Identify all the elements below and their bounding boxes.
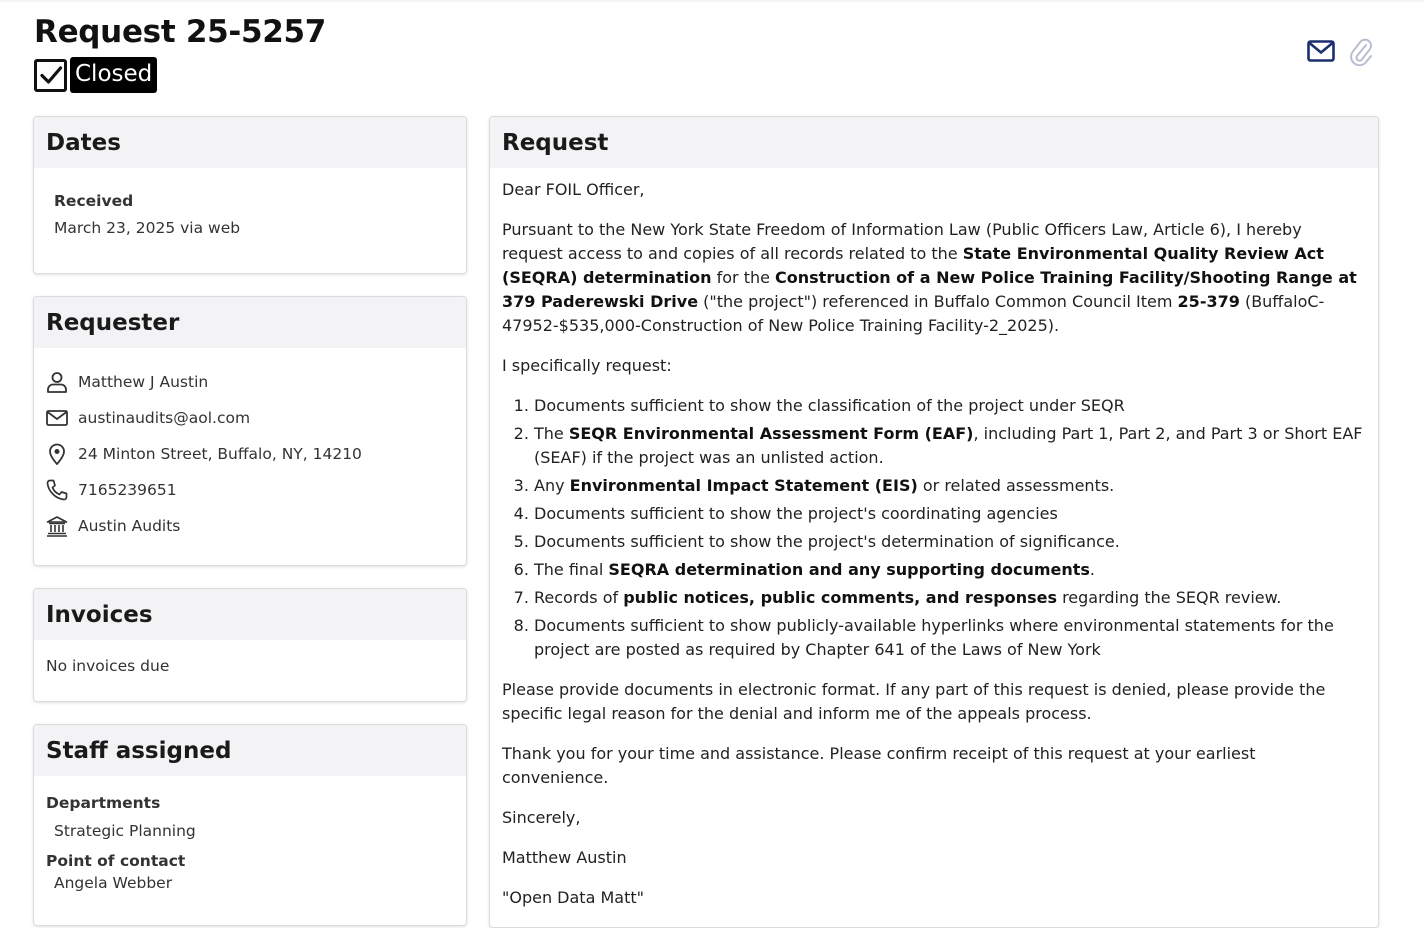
invoices-heading: Invoices [34,589,466,640]
bold-text: Environmental Impact Statement (EIS) [569,476,918,495]
envelope-icon[interactable] [1306,36,1336,66]
invoices-card: Invoices No invoices due [33,588,467,702]
request-thanks-paragraph: Thank you for your time and assistance. … [502,744,1256,787]
text-span: The final [534,560,609,579]
list-item: Documents sufficient to show publicly-av… [534,614,1366,662]
paperclip-icon[interactable] [1346,36,1376,66]
council-item-text: 25-379 [1177,292,1240,311]
list-item: The SEQR Environmental Assessment Form (… [534,422,1366,470]
list-item: Documents sufficient to show the classif… [534,394,1366,418]
request-closing: Sincerely, [502,808,581,827]
envelope-icon [46,410,68,426]
text-span: or related assessments. [917,476,1115,495]
bold-text: public notices, public comments, and res… [623,588,1057,607]
requester-phone: 7165239651 [78,481,177,499]
requester-email-row: austinaudits@aol.com [46,400,454,436]
request-greeting: Dear FOIL Officer, [502,180,645,199]
text-span: for the [711,268,776,287]
bold-text: SEQRA determination and any supporting d… [608,560,1090,579]
request-card: Request Dear FOIL Officer, Pursuant to t… [489,116,1379,928]
building-icon [46,516,68,537]
staff-card: Staff assigned Departments Strategic Pla… [33,724,467,926]
text-span: The [534,424,569,443]
dates-heading: Dates [34,117,466,168]
department-value: Strategic Planning [54,822,196,840]
request-format-paragraph: Please provide documents in electronic f… [502,680,1326,723]
top-border [0,0,1424,3]
list-item: The final SEQRA determination and any su… [534,558,1366,582]
dates-card: Dates Received March 23, 2025 via web [33,116,467,274]
invoices-text: No invoices due [46,657,170,675]
text-span: Documents sufficient to show the project… [534,532,1120,551]
text-span: Any [534,476,570,495]
text-span: Records of [534,588,624,607]
status-badge: Closed [34,57,158,93]
requester-address: 24 Minton Street, Buffalo, NY, 14210 [78,445,362,463]
text-span: ("the project") referenced in Buffalo Co… [698,292,1178,311]
header-actions [1306,36,1376,66]
requester-heading: Requester [34,297,466,348]
text-span: Documents sufficient to show the project… [534,504,1058,523]
request-signature: Matthew Austin [502,848,627,867]
list-item: Records of public notices, public commen… [534,586,1366,610]
requester-organization: Austin Audits [78,517,181,535]
requester-email[interactable]: austinaudits@aol.com [78,409,250,427]
list-item: Documents sufficient to show the project… [534,530,1366,554]
request-heading: Request [490,117,1378,168]
requester-address-row: 24 Minton Street, Buffalo, NY, 14210 [46,436,454,472]
point-of-contact-label: Point of contact [46,852,186,870]
text-span: regarding the SEQR review. [1056,588,1282,607]
requester-phone-row: 7165239651 [46,472,454,508]
map-pin-icon [49,443,65,465]
point-of-contact-value: Angela Webber [54,874,173,892]
request-nickname: "Open Data Matt" [502,888,644,907]
text-span: . [1089,560,1096,579]
text-span: Documents sufficient to show publicly-av… [534,616,1334,659]
checkbox-checked-icon [34,58,67,92]
departments-label: Departments [46,794,161,812]
text-span: Documents sufficient to show the classif… [534,396,1125,415]
list-item: Documents sufficient to show the project… [534,502,1366,526]
request-body: Dear FOIL Officer, Pursuant to the New Y… [490,168,1378,927]
requester-card: Requester Matthew J Austin austinaudits@… [33,296,467,566]
phone-icon [46,479,68,501]
requester-org-row: Austin Audits [46,508,454,544]
request-paragraph-intro: Pursuant to the New York State Freedom o… [502,218,1366,338]
received-value: March 23, 2025 via web [54,219,241,237]
page-title: Request 25-5257 [34,14,327,50]
request-items-list: Documents sufficient to show the classif… [502,394,1366,662]
status-label: Closed [70,57,158,93]
staff-heading: Staff assigned [34,725,466,776]
person-icon [47,372,67,393]
requester-name-row: Matthew J Austin [46,364,454,400]
bold-text: SEQR Environmental Assessment Form (EAF) [568,424,974,443]
requester-name: Matthew J Austin [78,373,209,391]
received-label: Received [54,192,134,210]
request-specific-intro: I specifically request: [502,356,672,375]
list-item: Any Environmental Impact Statement (EIS)… [534,474,1366,498]
